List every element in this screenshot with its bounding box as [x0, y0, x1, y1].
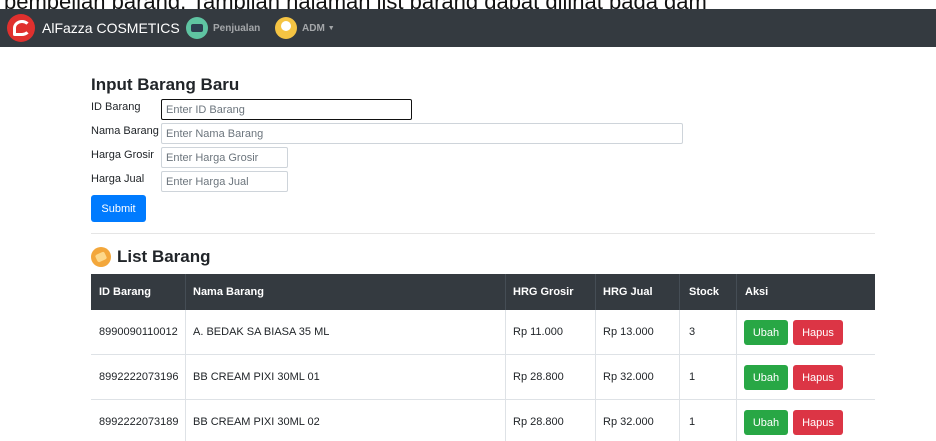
- column-header-aksi: Aksi: [745, 286, 769, 298]
- list-header: List Barang: [91, 246, 211, 268]
- cell-grosir: Rp 11.000: [513, 326, 563, 338]
- cell-id: 8992222073196: [99, 371, 179, 383]
- cash-register-icon: [186, 17, 208, 39]
- chevron-down-icon: ▼: [327, 24, 335, 32]
- column-header-grosir: HRG Grosir: [513, 286, 574, 298]
- id-barang-input[interactable]: [161, 99, 412, 120]
- ubah-button[interactable]: Ubah: [744, 365, 788, 390]
- column-header-jual: HRG Jual: [603, 286, 653, 298]
- column-header-id: ID Barang: [99, 286, 151, 298]
- nav-item-penjualan[interactable]: Penjualan: [186, 14, 260, 42]
- form-title: Input Barang Baru: [91, 75, 240, 94]
- barang-table: ID Barang Nama Barang HRG Grosir HRG Jua…: [91, 274, 875, 441]
- cell-grosir: Rp 28.800: [513, 416, 564, 428]
- hapus-button[interactable]: Hapus: [793, 320, 843, 345]
- hapus-button[interactable]: Hapus: [793, 410, 843, 435]
- cell-grosir: Rp 28.800: [513, 371, 564, 383]
- section-divider: [91, 233, 875, 234]
- cell-stock: 3: [689, 326, 696, 338]
- cell-id: 8992222073189: [99, 416, 179, 428]
- list-title: List Barang: [117, 247, 211, 266]
- navbar: AlFazza COSMETICS Penjualan ADM ▼: [0, 9, 936, 47]
- nama-barang-input[interactable]: [161, 123, 683, 144]
- label-nama-barang: Nama Barang: [91, 125, 159, 137]
- label-id-barang: ID Barang: [91, 101, 141, 113]
- cell-nama: BB CREAM PIXI 30ML 01: [193, 371, 320, 383]
- table-row: 8992222073189 BB CREAM PIXI 30ML 02 Rp 2…: [91, 400, 875, 441]
- brand-logo-icon[interactable]: [7, 14, 35, 42]
- box-icon: [91, 247, 111, 267]
- nav-item-adm-dropdown[interactable]: ADM ▼: [275, 14, 335, 42]
- table-row: 8992222073196 BB CREAM PIXI 30ML 01 Rp 2…: [91, 355, 875, 400]
- label-harga-jual: Harga Jual: [91, 173, 145, 185]
- harga-grosir-input[interactable]: [161, 147, 288, 168]
- submit-button[interactable]: Submit: [91, 195, 146, 222]
- ubah-button[interactable]: Ubah: [744, 320, 788, 345]
- label-harga-grosir: Harga Grosir: [91, 149, 154, 161]
- cell-jual: Rp 13.000: [603, 326, 654, 338]
- nav-item-label: Penjualan: [213, 22, 261, 34]
- hapus-button[interactable]: Hapus: [793, 365, 843, 390]
- cell-jual: Rp 32.000: [603, 371, 654, 383]
- harga-jual-input[interactable]: [161, 171, 288, 192]
- column-header-stock: Stock: [689, 286, 719, 298]
- admin-user-icon: [275, 17, 297, 39]
- cell-jual: Rp 32.000: [603, 416, 654, 428]
- column-header-nama: Nama Barang: [193, 286, 264, 298]
- brand-name[interactable]: AlFazza COSMETICS: [42, 20, 180, 36]
- ubah-button[interactable]: Ubah: [744, 410, 788, 435]
- cell-nama: A. BEDAK SA BIASA 35 ML: [193, 326, 330, 338]
- table-header-row: ID Barang Nama Barang HRG Grosir HRG Jua…: [91, 274, 875, 310]
- table-row: 8990090110012 A. BEDAK SA BIASA 35 ML Rp…: [91, 310, 875, 355]
- nav-item-label: ADM: [302, 22, 325, 34]
- cell-nama: BB CREAM PIXI 30ML 02: [193, 416, 320, 428]
- cell-id: 8990090110012: [99, 326, 178, 338]
- cell-stock: 1: [689, 371, 696, 383]
- cell-stock: 1: [689, 416, 696, 428]
